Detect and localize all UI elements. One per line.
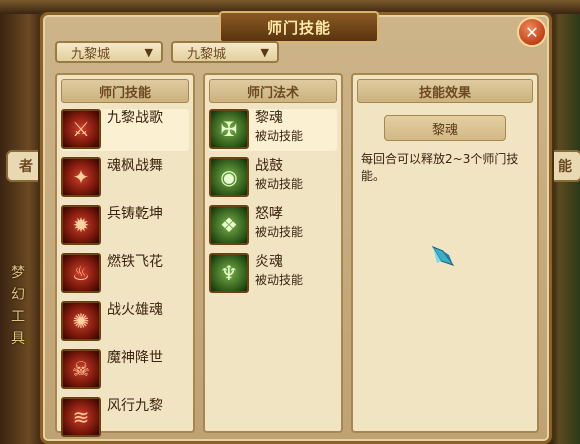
chevron-down-icon: ▼ (144, 45, 153, 59)
background-vertical-text: 梦 幻 工 具 (11, 265, 25, 347)
school-skill-row[interactable]: ⚔ 九黎战歌 (61, 109, 189, 151)
war-drum-icon: ◉ (209, 157, 249, 197)
background-right-frame (550, 0, 580, 444)
skill-effect-header: 技能效果 (357, 79, 533, 103)
school-spell-name: 黎魂 (255, 110, 283, 126)
school-spell-row[interactable]: ♆ 炎魂 被动技能 (209, 253, 337, 295)
school-select-2[interactable]: 九黎城 ▼ (171, 41, 279, 63)
school-skills-window: 师门技能 ✕ 九黎城 ▼ 九黎城 ▼ 师门技能 ⚔ 九黎战歌 ✦ 魂枫战舞 ✹ … (40, 11, 552, 444)
war-song-icon: ⚔ (61, 109, 101, 149)
school-skill-row[interactable]: ✺ 战火雄魂 (61, 301, 189, 343)
school-skill-name: 战火雄魂 (107, 302, 163, 318)
school-spell-type: 被动技能 (255, 177, 304, 191)
roar-icon: ❖ (209, 205, 249, 245)
demon-god-icon: ☠ (61, 349, 101, 389)
forge-icon: ✹ (61, 205, 101, 245)
maple-dance-icon: ✦ (61, 157, 101, 197)
school-skill-row[interactable]: ✦ 魂枫战舞 (61, 157, 189, 199)
school-skill-row[interactable]: ♨ 燃铁飞花 (61, 253, 189, 295)
school-skill-row[interactable]: ☠ 魔神降世 (61, 349, 189, 391)
crystal-cursor-icon (431, 246, 455, 266)
soul-icon: ✠ (209, 109, 249, 149)
school-skills-panel: 师门技能 ⚔ 九黎战歌 ✦ 魂枫战舞 ✹ 兵铸乾坤 ♨ 燃铁飞花 ✺ 战火雄魂 … (55, 73, 195, 437)
school-spell-type: 被动技能 (255, 129, 304, 143)
wind-icon: ≋ (61, 397, 101, 437)
school-skill-row[interactable]: ≋ 风行九黎 (61, 397, 189, 439)
flame-iron-icon: ♨ (61, 253, 101, 293)
school-spell-row[interactable]: ✠ 黎魂 被动技能 (209, 109, 337, 151)
selected-skill-name: 黎魂 (384, 115, 506, 141)
school-spell-row[interactable]: ◉ 战鼓 被动技能 (209, 157, 337, 199)
school-skill-name: 兵铸乾坤 (107, 206, 163, 222)
school-skill-name: 风行九黎 (107, 398, 163, 414)
school-skill-name: 燃铁飞花 (107, 254, 163, 270)
school-select-1-value: 九黎城 (71, 46, 111, 62)
school-skill-name: 魂枫战舞 (107, 158, 163, 174)
school-spell-type: 被动技能 (255, 273, 304, 287)
school-spell-row[interactable]: ❖ 怒哮 被动技能 (209, 205, 337, 247)
school-spells-panel: 师门法术 ✠ 黎魂 被动技能 ◉ 战鼓 被动技能 ❖ 怒哮 被动技能 ♆ 炎魂 … (203, 73, 343, 433)
window-title: 师门技能 (219, 11, 379, 43)
background-right-tab: 能 (548, 150, 580, 182)
flame-soul-icon: ♆ (209, 253, 249, 293)
school-skill-name: 九黎战歌 (107, 110, 163, 126)
skill-effect-panel: 技能效果 黎魂 每回合可以释放2~3个师门技能。 (351, 73, 539, 433)
school-select-2-value: 九黎城 (187, 46, 227, 62)
skill-effect-description: 每回合可以释放2~3个师门技能。 (361, 152, 519, 183)
close-icon: ✕ (525, 22, 539, 42)
school-spell-name: 战鼓 (255, 158, 283, 174)
school-spell-name: 炎魂 (255, 254, 283, 270)
warfire-icon: ✺ (61, 301, 101, 341)
chevron-down-icon: ▼ (260, 45, 269, 59)
close-button[interactable]: ✕ (517, 17, 547, 47)
school-skill-row[interactable]: ✹ 兵铸乾坤 (61, 205, 189, 247)
school-spell-type: 被动技能 (255, 225, 304, 239)
school-spell-name: 怒哮 (255, 206, 283, 222)
school-select-1[interactable]: 九黎城 ▼ (55, 41, 163, 63)
school-skill-name: 魔神降世 (107, 350, 163, 366)
school-skills-header: 师门技能 (61, 79, 189, 103)
school-spells-header: 师门法术 (209, 79, 337, 103)
